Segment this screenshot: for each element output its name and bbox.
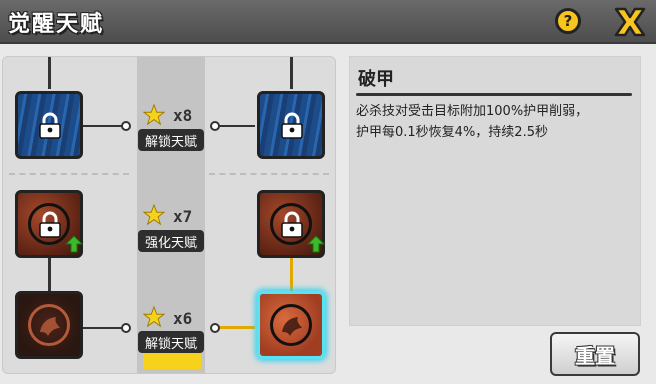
talent-tree-panel: x8 解锁天赋 x7 强化天赋 x6 解锁天赋 — [2, 56, 336, 374]
tree-connector — [290, 57, 293, 89]
talent-description: 必杀技对受击目标附加100%护甲削弱， 护甲每0.1秒恢复4%，持续2.5秒 — [356, 101, 634, 143]
connector-node — [210, 323, 220, 333]
upgrade-arrow-icon — [307, 235, 325, 253]
star-icon — [143, 204, 165, 226]
tier-divider — [209, 173, 329, 175]
talent-name: 破甲 — [358, 69, 394, 90]
star-requirement: x6 — [173, 309, 193, 328]
unlock-talent-button[interactable]: 解锁天赋 — [138, 129, 204, 151]
star-requirement: x7 — [173, 207, 193, 226]
title-bar: 觉醒天赋 ? — [0, 0, 656, 44]
talent-slot-tier1-right[interactable] — [257, 91, 325, 159]
lock-icon — [39, 112, 61, 139]
talent-slot-tier1-left[interactable] — [15, 91, 83, 159]
title-divider — [356, 93, 632, 96]
armor-break-emblem-icon — [282, 317, 302, 336]
talent-slot-tier3-left[interactable] — [15, 291, 83, 359]
lock-icon — [281, 211, 303, 238]
upgrade-arrow-icon — [65, 235, 83, 253]
progress-bar — [143, 353, 201, 369]
armor-break-emblem-icon — [40, 317, 60, 336]
talent-detail-panel: 破甲 必杀技对受击目标附加100%护甲削弱， 护甲每0.1秒恢复4%，持续2.5… — [349, 56, 641, 326]
connector-node — [210, 121, 220, 131]
enhance-talent-button[interactable]: 强化天赋 — [138, 230, 204, 252]
tree-connector — [48, 257, 51, 291]
close-icon[interactable] — [612, 6, 648, 38]
tree-connector — [48, 57, 51, 89]
tree-connector-active — [290, 257, 293, 291]
unlock-talent-button[interactable]: 解锁天赋 — [138, 331, 204, 353]
star-icon — [143, 104, 165, 126]
talent-slot-tier3-right-selected[interactable] — [257, 291, 325, 359]
connector-node — [121, 323, 131, 333]
star-icon — [143, 306, 165, 328]
help-button[interactable]: ? — [555, 8, 581, 34]
description-line: 必杀技对受击目标附加100%护甲削弱， — [356, 104, 589, 119]
lock-icon — [281, 112, 303, 139]
awaken-talent-window: 觉醒天赋 ? x8 解锁天赋 x7 强化天赋 x6 解锁天赋 破甲 必杀技对受击… — [0, 0, 656, 384]
reset-button[interactable]: 重置 — [550, 332, 640, 376]
description-line: 护甲每0.1秒恢复4%，持续2.5秒 — [356, 125, 548, 140]
tree-connector — [215, 125, 255, 127]
connector-node — [121, 121, 131, 131]
tier-divider — [9, 173, 129, 175]
star-requirement: x8 — [173, 106, 193, 125]
tree-connector-active — [215, 326, 255, 329]
window-title: 觉醒天赋 — [8, 12, 105, 37]
lock-icon — [39, 211, 61, 238]
